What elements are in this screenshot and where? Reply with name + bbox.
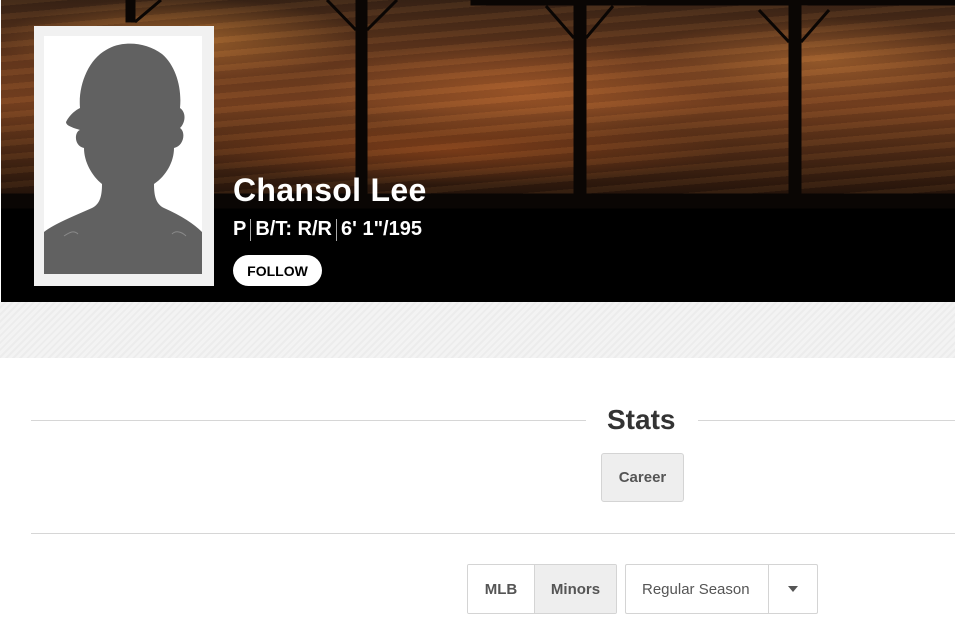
divider xyxy=(250,218,252,241)
player-bio: P B/T: R/R 6' 1"/195 xyxy=(233,218,422,241)
player-name: Chansol Lee xyxy=(233,172,427,208)
divider xyxy=(31,533,955,534)
caret-down-icon[interactable] xyxy=(769,565,817,613)
player-position: P xyxy=(233,218,247,240)
career-tab[interactable]: Career xyxy=(601,453,684,502)
player-headshot xyxy=(34,26,214,286)
player-height-weight: 6' 1"/195 xyxy=(341,218,422,240)
divider xyxy=(698,420,955,421)
divider xyxy=(31,420,586,421)
level-toggle: MLB Minors xyxy=(467,564,617,614)
player-bats-throws: B/T: R/R xyxy=(255,218,333,240)
hatched-divider-band xyxy=(0,302,955,358)
divider xyxy=(336,218,338,241)
stats-heading: Stats xyxy=(607,404,676,435)
follow-button[interactable]: FOLLOW xyxy=(233,255,322,286)
player-header: Chansol Lee P B/T: R/R 6' 1"/195 FOLLOW xyxy=(1,0,955,302)
minors-toggle[interactable]: Minors xyxy=(535,565,616,613)
season-type-dropdown[interactable]: Regular Season xyxy=(625,564,818,614)
season-type-value: Regular Season xyxy=(626,565,769,613)
silhouette-headshot-icon xyxy=(44,43,202,274)
mlb-toggle[interactable]: MLB xyxy=(468,565,535,613)
